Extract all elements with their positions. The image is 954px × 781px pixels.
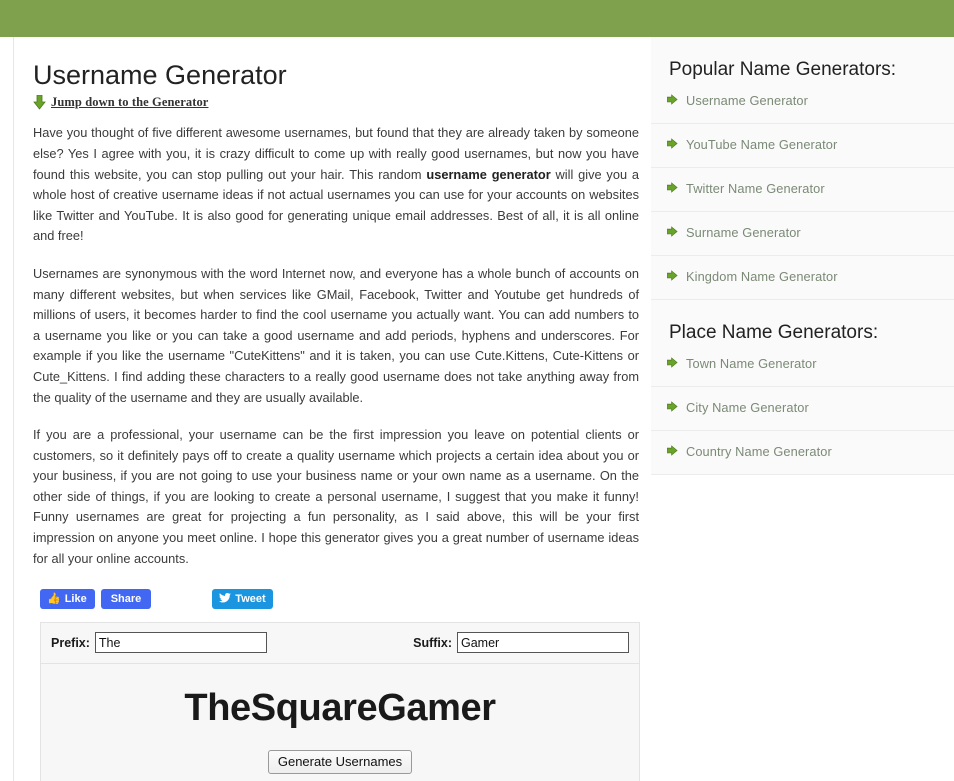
arrow-right-icon xyxy=(666,355,678,373)
sidebar-heading-popular: Popular Name Generators: xyxy=(651,37,954,92)
sidebar-section-popular: Popular Name Generators: Username Genera… xyxy=(651,37,954,300)
arrow-right-icon xyxy=(666,224,678,242)
facebook-like-button[interactable]: 👍 Like xyxy=(40,589,95,610)
intro-paragraph-bold: username generator xyxy=(426,166,551,182)
sidebar-item-username-generator[interactable]: Username Generator xyxy=(651,91,954,124)
sidebar-item-label: Twitter Name Generator xyxy=(686,181,825,197)
arrow-right-icon xyxy=(666,399,678,417)
facebook-like-label: Like xyxy=(64,592,87,605)
page-body: Username Generator Jump down to the Gene… xyxy=(0,37,954,781)
main-content: Username Generator Jump down to the Gene… xyxy=(14,37,651,781)
page-title: Username Generator xyxy=(33,60,287,90)
social-share-row: 👍 Like Share Tweet xyxy=(40,588,639,610)
site-header-banner xyxy=(0,0,954,37)
sidebar-filler xyxy=(651,474,954,715)
arrow-down-icon xyxy=(33,94,46,111)
sidebar-item-label: Country Name Generator xyxy=(686,444,832,460)
sidebar-item-city-name-generator[interactable]: City Name Generator xyxy=(651,386,954,431)
arrow-right-icon xyxy=(666,443,678,461)
sidebar-item-label: Kingdom Name Generator xyxy=(686,269,838,285)
sidebar-item-label: YouTube Name Generator xyxy=(686,137,838,153)
thumbs-up-icon: 👍 xyxy=(47,592,61,605)
prefix-input[interactable] xyxy=(94,632,267,654)
jump-down-link-row[interactable]: Jump down to the Generator xyxy=(33,94,639,111)
third-paragraph: If you are a professional, your username… xyxy=(33,427,639,566)
generated-username: TheSquareGamer xyxy=(184,687,496,730)
sidebar-item-label: City Name Generator xyxy=(686,400,809,416)
left-gutter xyxy=(0,37,14,781)
page-root: Username Generator Jump down to the Gene… xyxy=(0,0,954,781)
facebook-share-button[interactable]: Share xyxy=(100,589,152,610)
sidebar-item-label: Surname Generator xyxy=(686,225,801,241)
sidebar-item-surname-generator[interactable]: Surname Generator xyxy=(651,211,954,256)
sidebar-item-kingdom-name-generator[interactable]: Kingdom Name Generator xyxy=(651,255,954,300)
suffix-input[interactable] xyxy=(457,632,629,654)
second-paragraph: Usernames are synonymous with the word I… xyxy=(33,265,639,405)
generate-usernames-button[interactable]: Generate Usernames xyxy=(267,750,413,775)
generator-input-row: Prefix: Suffix: xyxy=(41,623,639,665)
sidebar-section-place: Place Name Generators: Town Name Generat… xyxy=(651,299,954,475)
sidebar-heading-place: Place Name Generators: xyxy=(651,299,954,355)
twitter-tweet-button[interactable]: Tweet xyxy=(212,589,273,610)
prefix-label: Prefix: xyxy=(51,635,90,650)
arrow-right-icon xyxy=(666,92,678,110)
arrow-right-icon xyxy=(666,180,678,198)
right-sidebar: Popular Name Generators: Username Genera… xyxy=(651,37,954,781)
arrow-right-icon xyxy=(666,136,678,154)
generator-result-area: TheSquareGamer Generate Usernames xyxy=(41,664,639,781)
facebook-share-label: Share xyxy=(110,592,142,605)
suffix-field-group: Suffix: xyxy=(413,632,629,654)
twitter-tweet-label: Tweet xyxy=(235,592,266,605)
twitter-bird-icon xyxy=(219,592,232,606)
username-generator-panel: Prefix: Suffix: TheSquareGamer Generate … xyxy=(40,622,640,781)
intro-paragraph: Have you thought of five different aweso… xyxy=(33,123,639,247)
sidebar-item-youtube-name-generator[interactable]: YouTube Name Generator xyxy=(651,123,954,168)
prefix-field-group: Prefix: xyxy=(51,632,267,654)
sidebar-item-town-name-generator[interactable]: Town Name Generator xyxy=(651,354,954,387)
sidebar-item-country-name-generator[interactable]: Country Name Generator xyxy=(651,430,954,475)
sidebar-item-twitter-name-generator[interactable]: Twitter Name Generator xyxy=(651,167,954,212)
sidebar-item-label: Username Generator xyxy=(686,93,809,109)
jump-down-link[interactable]: Jump down to the Generator xyxy=(51,95,208,110)
arrow-right-icon xyxy=(666,268,678,286)
sidebar-item-label: Town Name Generator xyxy=(686,356,817,372)
suffix-label: Suffix: xyxy=(413,635,452,650)
